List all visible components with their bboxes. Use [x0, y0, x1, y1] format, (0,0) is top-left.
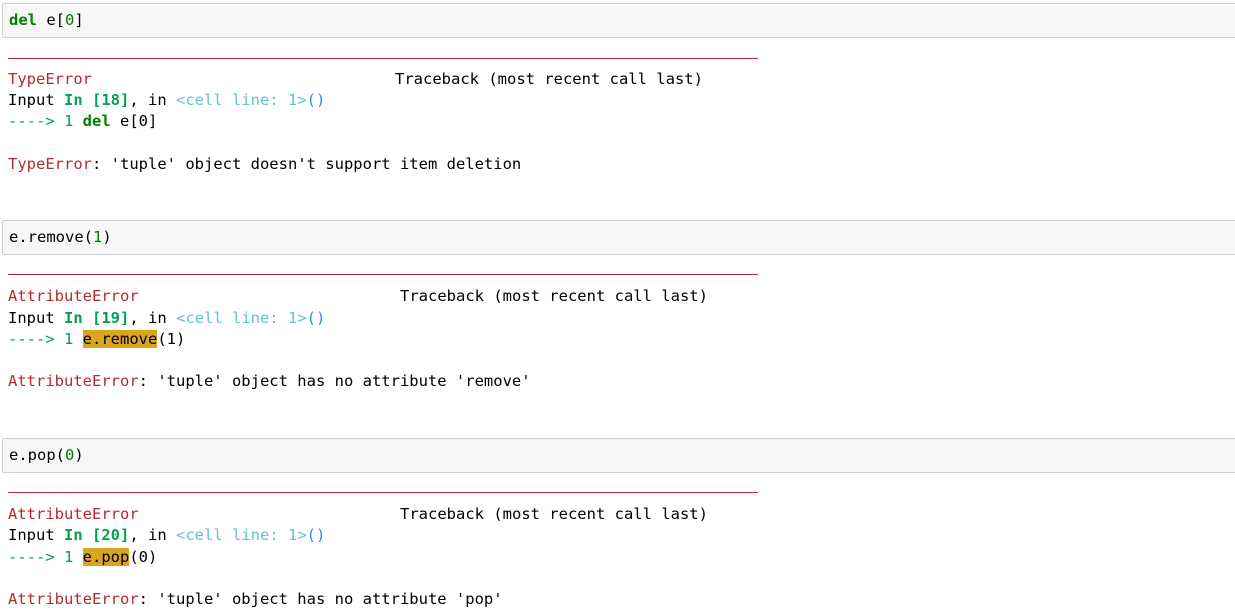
traceback-code-line: ----> 1 e.pop(0): [8, 547, 157, 568]
code-rest: e[0]: [110, 112, 158, 130]
code-input[interactable]: e.remove(1): [2, 220, 1235, 255]
code-input[interactable]: del e[0]: [2, 3, 1235, 38]
traceback-input-line: Input In [19], in <cell line: 1>(): [8, 308, 325, 329]
in-label: In [20]: [64, 526, 130, 544]
arrow: ----> 1: [8, 330, 74, 348]
traceback-input-line: Input In [20], in <cell line: 1>(): [8, 525, 325, 546]
code-text: e.remove(: [9, 228, 93, 246]
error-message: : 'tuple' object has no attribute 'pop': [138, 590, 503, 608]
error-name: TypeError: [8, 155, 92, 173]
code-rest: (0): [129, 548, 158, 566]
traceback-separator: [8, 58, 758, 59]
traceback-header: Traceback (most recent call last): [400, 505, 708, 523]
code-text: ]: [74, 11, 84, 29]
arrow: ----> 1: [8, 112, 74, 130]
in-sep: , in: [129, 309, 177, 327]
code-number: 0: [65, 11, 75, 29]
in-label: In [19]: [64, 309, 130, 327]
cell-line-label: <cell line: 1>: [176, 91, 307, 109]
input-label: Input: [8, 526, 55, 544]
error-message: : 'tuple' object has no attribute 'remov…: [138, 372, 531, 390]
code-highlight: e.remove: [82, 330, 158, 348]
traceback-code-line: ----> 1 e.remove(1): [8, 329, 185, 350]
code-keyword: del: [9, 11, 37, 29]
input-label: Input: [8, 309, 55, 327]
code-text: ): [102, 228, 112, 246]
in-label: In [18]: [64, 91, 130, 109]
arrow: ----> 1: [8, 548, 74, 566]
traceback-separator: [8, 492, 758, 493]
error-name: AttributeError: [8, 372, 139, 390]
traceback-input-line: Input In [18], in <cell line: 1>(): [8, 90, 325, 111]
parens: (): [306, 309, 326, 327]
error-name: AttributeError: [8, 590, 139, 608]
error-name: TypeError: [8, 70, 92, 88]
traceback-header: Traceback (most recent call last): [395, 70, 703, 88]
in-sep: , in: [129, 526, 177, 544]
code-keyword: del: [82, 112, 111, 130]
code-rest: (1): [157, 330, 186, 348]
cell-line-label: <cell line: 1>: [176, 309, 307, 327]
cell-line-label: <cell line: 1>: [176, 526, 307, 544]
error-message: : 'tuple' object doesn't support item de…: [92, 155, 522, 173]
code-text: e[: [37, 11, 65, 29]
traceback-code-line: ----> 1 del e[0]: [8, 111, 157, 132]
input-label: Input: [8, 91, 55, 109]
error-message-line: AttributeError: 'tuple' object has no at…: [8, 589, 503, 610]
error-message-line: AttributeError: 'tuple' object has no at…: [8, 371, 531, 392]
parens: (): [306, 91, 326, 109]
error-name: AttributeError: [8, 505, 139, 523]
traceback-separator: [8, 274, 758, 275]
traceback-header: Traceback (most recent call last): [400, 287, 708, 305]
parens: (): [306, 526, 326, 544]
error-message-line: TypeError: 'tuple' object doesn't suppor…: [8, 154, 521, 175]
code-number: 0: [65, 446, 75, 464]
code-input[interactable]: e.pop(0): [2, 438, 1235, 473]
code-text: ): [74, 446, 84, 464]
error-name: AttributeError: [8, 287, 139, 305]
code-highlight: e.pop: [82, 548, 130, 566]
code-text: e.pop(: [9, 446, 65, 464]
code-number: 1: [93, 228, 103, 246]
in-sep: , in: [129, 91, 177, 109]
